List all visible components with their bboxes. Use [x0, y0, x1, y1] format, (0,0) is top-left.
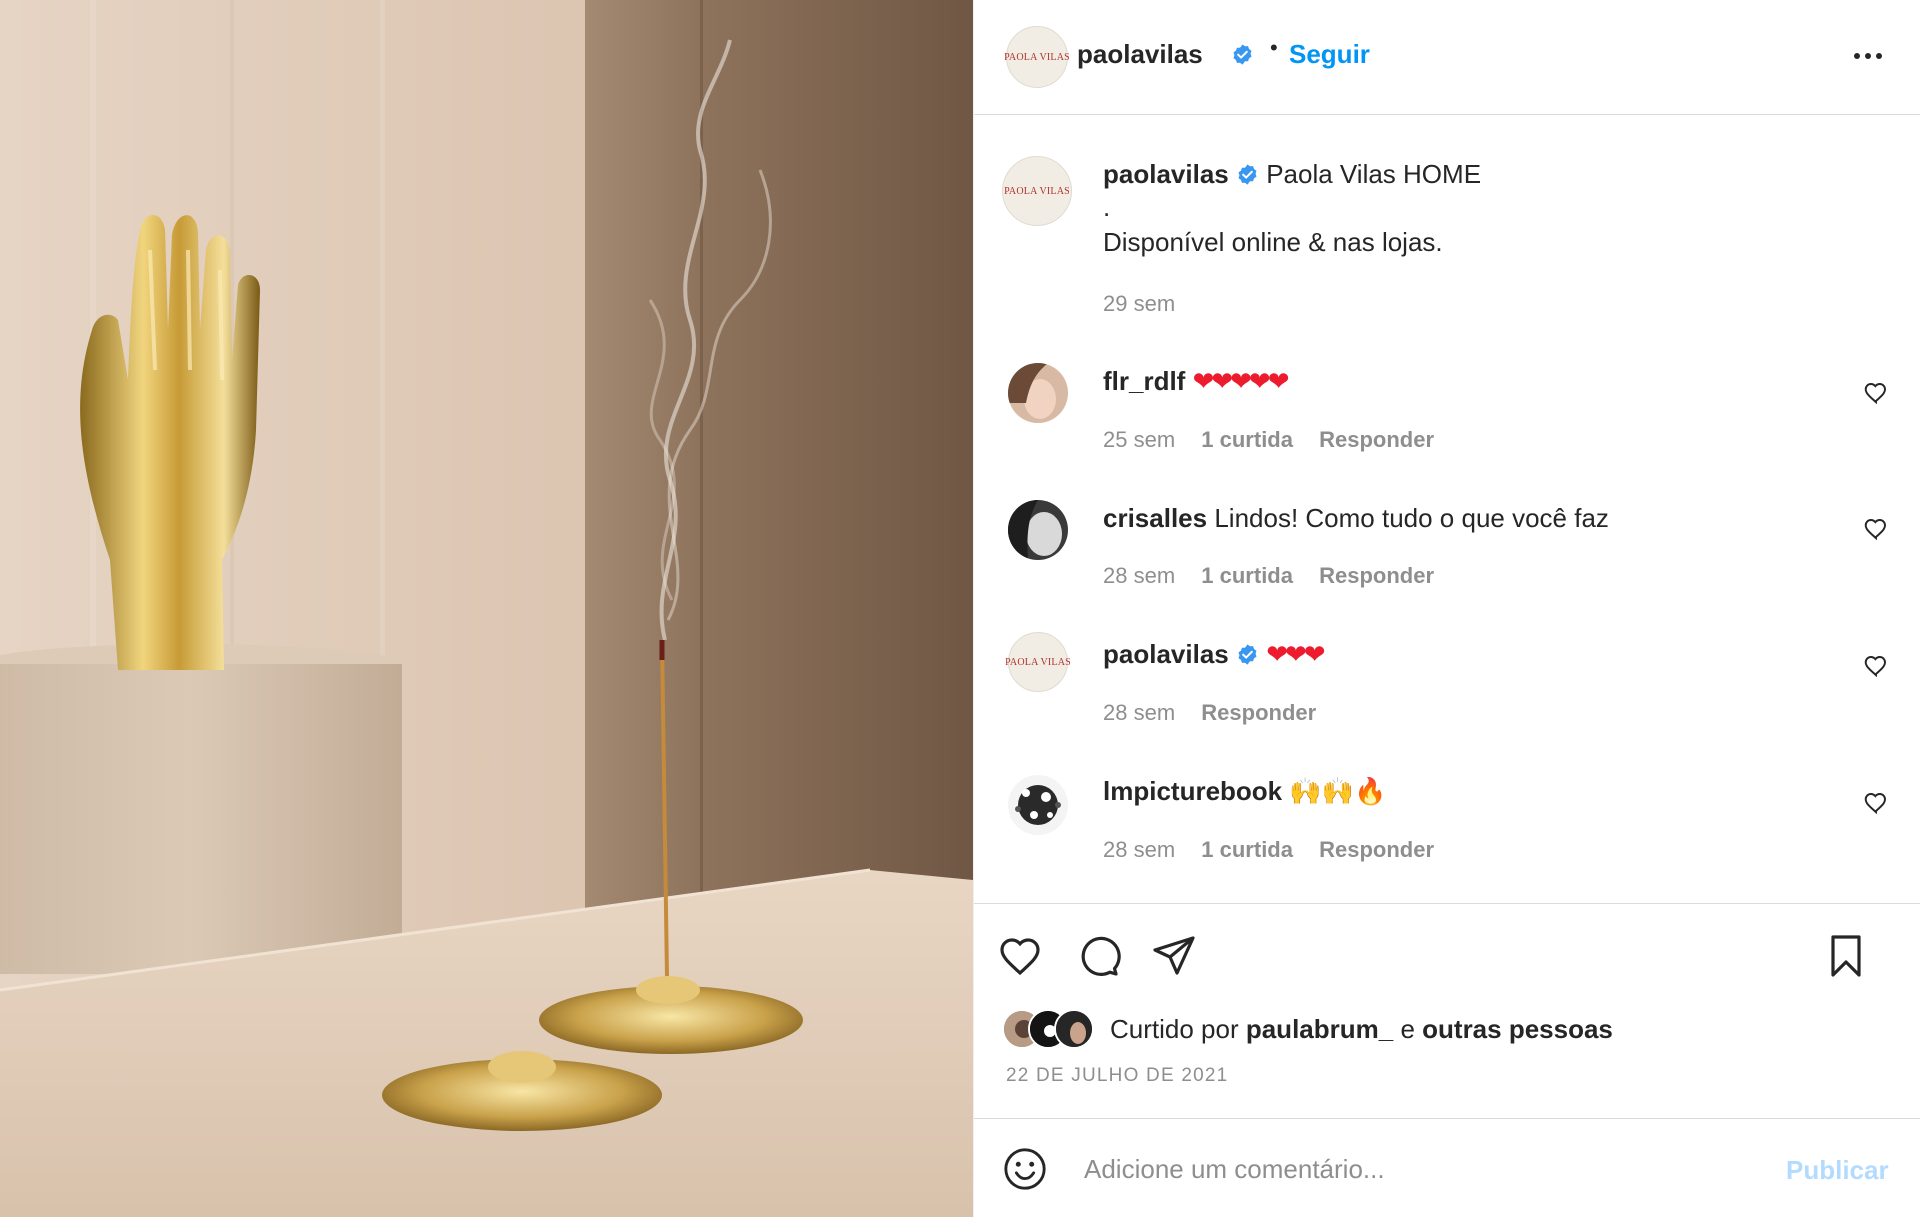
comment-username[interactable]: paolavilas — [1103, 639, 1229, 669]
comment-time[interactable]: 28 sem — [1103, 837, 1175, 862]
liked-by-others[interactable]: outras pessoas — [1422, 1014, 1613, 1044]
comment-input[interactable] — [1084, 1147, 1724, 1191]
comment-icon[interactable] — [1074, 932, 1122, 980]
comment-text: ❤❤❤ — [1266, 639, 1325, 669]
caption-time[interactable]: 29 sem — [1103, 291, 1175, 317]
comment-text: ❤❤❤❤❤ — [1192, 366, 1290, 396]
comment-like-icon[interactable] — [1863, 380, 1889, 406]
caption-title: Paola Vilas HOME — [1266, 159, 1482, 189]
comment-username[interactable]: crisalles — [1103, 503, 1207, 533]
liked-by-text: Curtido por paulabrum_ e outras pessoas — [1110, 1014, 1613, 1045]
verified-badge-icon — [1238, 644, 1257, 665]
reply-button[interactable]: Responder — [1319, 837, 1434, 862]
post-photo[interactable] — [0, 0, 973, 1217]
share-icon[interactable] — [1150, 932, 1198, 980]
avatar-logo-text: PAOLA VILAS — [1004, 185, 1070, 197]
liked-by-conjunction: e — [1393, 1014, 1423, 1044]
caption-availability: Disponível online & nas lojas. — [1103, 227, 1443, 257]
comment-time[interactable]: 28 sem — [1103, 563, 1175, 588]
caption-avatar[interactable]: PAOLA VILAS — [1002, 156, 1072, 226]
comment-likes[interactable]: 1 curtida — [1201, 837, 1293, 862]
liked-by-prefix: Curtido por — [1110, 1014, 1246, 1044]
comment-likes[interactable]: 1 curtida — [1201, 427, 1293, 452]
bookmark-icon[interactable] — [1822, 932, 1870, 980]
comment-meta: 28 sem 1 curtida Responder — [1103, 837, 1434, 863]
commenter-avatar[interactable]: PAOLA VILAS — [1005, 632, 1071, 692]
comments-list[interactable]: PAOLA VILAS paolavilas Paola Vilas HOME … — [974, 116, 1920, 903]
comment-time[interactable]: 25 sem — [1103, 427, 1175, 452]
comment-meta: 25 sem 1 curtida Responder — [1103, 427, 1434, 453]
publish-button[interactable]: Publicar — [1786, 1155, 1889, 1186]
post-header: PAOLA VILAS paolavilas • Seguir — [974, 0, 1920, 115]
comment-meta: 28 sem Responder — [1103, 700, 1316, 726]
avatar-logo-text: PAOLA VILAS — [1005, 656, 1071, 668]
reply-button[interactable]: Responder — [1319, 563, 1434, 588]
comment-like-icon[interactable] — [1863, 653, 1889, 679]
post-actions: Curtido por paulabrum_ e outras pessoas … — [974, 903, 1920, 1118]
comment-like-icon[interactable] — [1863, 790, 1889, 816]
post-date[interactable]: 22 DE JULHO DE 2021 — [1006, 1065, 1228, 1087]
verified-badge-icon — [1238, 164, 1257, 185]
liked-by-avatars[interactable] — [1002, 1009, 1110, 1049]
comment-username[interactable]: lmpicturebook — [1103, 776, 1282, 806]
avatar — [1054, 1009, 1094, 1049]
caption-dot-line: . — [1103, 192, 1111, 222]
heart-icon[interactable] — [996, 932, 1044, 980]
verified-badge-icon — [1233, 44, 1252, 65]
comment-line: crisalles Lindos! Como tudo o que você f… — [1103, 503, 1609, 534]
commenter-avatar[interactable] — [1008, 775, 1068, 835]
author-avatar[interactable]: PAOLA VILAS — [1004, 26, 1070, 88]
comment-line: lmpicturebook 🙌🙌🔥 — [1103, 776, 1387, 807]
header-separator: • — [1270, 35, 1278, 60]
comment-like-icon[interactable] — [1863, 516, 1889, 542]
reply-button[interactable]: Responder — [1319, 427, 1434, 452]
reply-button[interactable]: Responder — [1201, 700, 1316, 725]
author-username[interactable]: paolavilas — [1077, 39, 1203, 70]
comment-time[interactable]: 28 sem — [1103, 700, 1175, 725]
follow-button[interactable]: Seguir — [1289, 39, 1370, 70]
liked-by-user[interactable]: paulabrum_ — [1246, 1014, 1393, 1044]
more-options-icon[interactable] — [1848, 36, 1888, 76]
comment-username[interactable]: flr_rdlf — [1103, 366, 1185, 396]
comment-meta: 28 sem 1 curtida Responder — [1103, 563, 1434, 589]
post-sidebar: PAOLA VILAS paolavilas • Seguir PAOLA VI… — [973, 0, 1920, 1217]
caption-username[interactable]: paolavilas — [1103, 159, 1229, 189]
post-image — [0, 0, 973, 1217]
comment-text: 🙌🙌🔥 — [1289, 776, 1387, 806]
commenter-avatar[interactable] — [1008, 363, 1068, 423]
comment-text: Lindos! Como tudo o que você faz — [1214, 503, 1609, 533]
commenter-avatar[interactable] — [1008, 500, 1068, 560]
emoji-icon[interactable] — [1002, 1146, 1048, 1192]
comment-line: paolavilas ❤❤❤ — [1103, 639, 1326, 670]
comment-line: flr_rdlf ❤❤❤❤❤ — [1103, 366, 1290, 397]
comment-likes[interactable]: 1 curtida — [1201, 563, 1293, 588]
caption-line: paolavilas Paola Vilas HOME — [1103, 159, 1481, 190]
add-comment-bar: Publicar — [974, 1118, 1920, 1217]
avatar-logo-text: PAOLA VILAS — [1004, 51, 1070, 63]
